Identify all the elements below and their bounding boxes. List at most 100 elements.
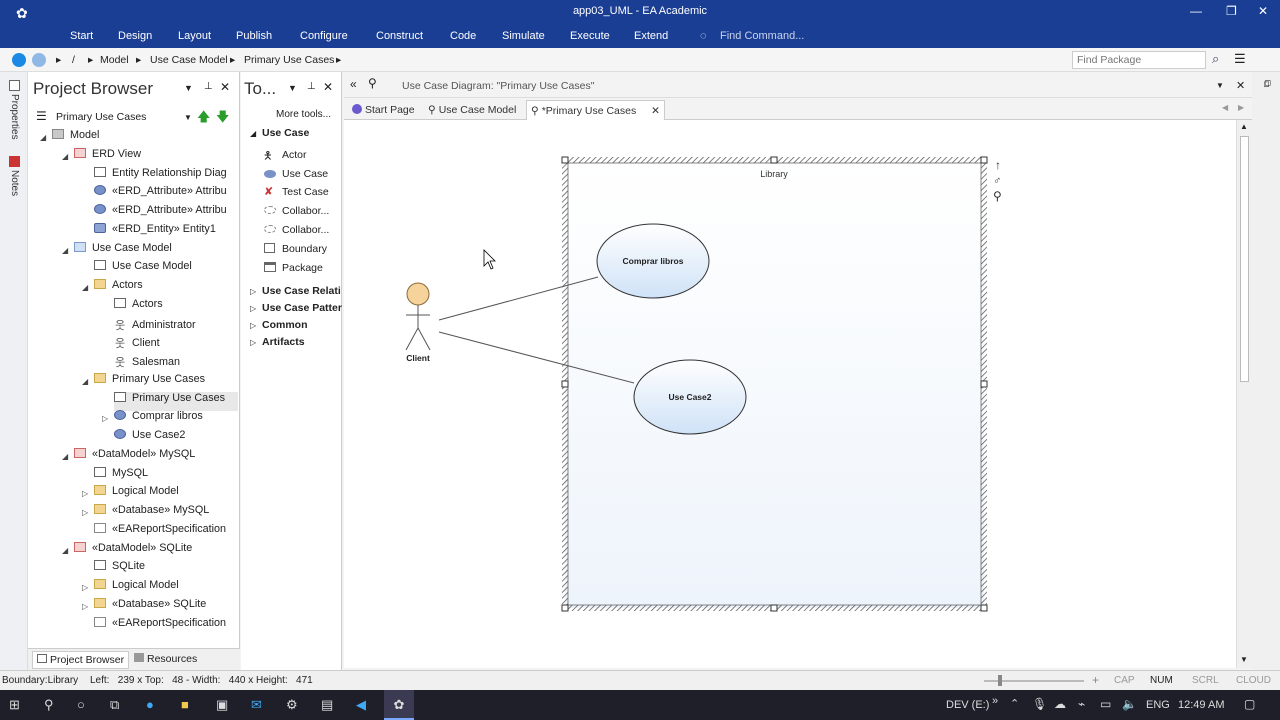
- tray-up-icon[interactable]: ⌃: [1010, 697, 1019, 710]
- expand-group-icon[interactable]: ▷: [250, 321, 256, 330]
- tree-expander-icon[interactable]: ◢: [62, 452, 68, 461]
- tab-use-case-model[interactable]: ⚲ Use Case Model: [424, 100, 520, 120]
- tab-scroll-right-icon[interactable]: ▶: [1238, 103, 1244, 112]
- tree-item[interactable]: Primary Use Cases: [114, 391, 238, 411]
- breadcrumb-root[interactable]: /: [72, 54, 75, 66]
- tab-close-icon[interactable]: ✕: [651, 105, 660, 117]
- cortana-icon[interactable]: ○: [77, 697, 85, 712]
- tree-item[interactable]: «ERD_Attribute» Attribu: [94, 185, 238, 204]
- actor-client[interactable]: [405, 282, 431, 351]
- tab-scroll-left-icon[interactable]: ◀: [1222, 103, 1228, 112]
- tree-item[interactable]: «Database» MySQL: [94, 504, 238, 523]
- tree-expander-icon[interactable]: ▷: [82, 508, 88, 517]
- tool-collaboration[interactable]: Collabor...: [282, 205, 329, 217]
- menu-configure[interactable]: Configure: [300, 30, 348, 42]
- volume-icon[interactable]: 🔈: [1122, 697, 1137, 711]
- search-icon[interactable]: ⌕: [1212, 51, 1219, 67]
- tree-item[interactable]: ERD View: [74, 147, 238, 167]
- menu-execute[interactable]: Execute: [570, 30, 610, 42]
- network-icon[interactable]: ⌁: [1078, 697, 1085, 711]
- menu-code[interactable]: Code: [450, 30, 476, 42]
- quicklink-link-icon[interactable]: ♂: [993, 175, 1001, 187]
- tool-boundary[interactable]: Boundary: [282, 243, 327, 255]
- expand-group-icon[interactable]: ▷: [250, 338, 256, 347]
- scroll-up-icon[interactable]: ▲: [1240, 122, 1248, 131]
- breadcrumb-primary-use-cases[interactable]: Primary Use Cases: [244, 54, 334, 66]
- tree-item[interactable]: Actors: [94, 279, 238, 298]
- tree-item[interactable]: Logical Model: [94, 579, 238, 598]
- breadcrumb-model[interactable]: Model: [100, 54, 129, 66]
- tree-item[interactable]: Logical Model: [94, 485, 238, 504]
- use-case-use-case2[interactable]: Use Case2: [633, 359, 747, 435]
- menu-construct[interactable]: Construct: [376, 30, 423, 42]
- tab-start-page[interactable]: Start Page: [348, 100, 419, 120]
- tree-item[interactable]: «EAReportSpecification: [94, 522, 238, 542]
- windows-start-icon[interactable]: ⊞: [9, 697, 20, 713]
- tab-primary-use-cases[interactable]: ⚲ *Primary Use Cases ✕: [526, 100, 665, 120]
- collapse-section-icon[interactable]: ◢: [250, 129, 256, 138]
- tree-item[interactable]: «Database» SQLite: [94, 597, 238, 617]
- tree-item[interactable]: 웃 Client: [114, 335, 238, 354]
- toolbox-section-use-case[interactable]: Use Case: [262, 127, 309, 139]
- tree-item[interactable]: Primary Use Cases: [94, 372, 238, 392]
- quicklink-arrow-icon[interactable]: ↑: [995, 158, 1001, 172]
- diagram-canvas[interactable]: Library ↑ ♂ ⚲ Client Comprar libros Use …: [344, 120, 1236, 668]
- diagram-dropdown-icon[interactable]: ▼: [1216, 81, 1224, 90]
- find-package-input[interactable]: [1072, 51, 1206, 69]
- menu-publish[interactable]: Publish: [236, 30, 272, 42]
- move-up-icon[interactable]: 🡅: [197, 108, 210, 130]
- zoom-slider-thumb[interactable]: [998, 675, 1002, 686]
- close-panel-icon[interactable]: ✕: [220, 80, 230, 94]
- tree-item[interactable]: Use Case Model: [94, 260, 238, 279]
- app-icon[interactable]: ▤: [321, 697, 333, 713]
- pin-icon[interactable]: ⊥: [204, 81, 213, 92]
- tree-item[interactable]: «ERD_Entity» Entity1: [94, 222, 238, 242]
- notes-icon[interactable]: [9, 156, 20, 167]
- search-taskbar-icon[interactable]: ⚲: [44, 697, 54, 713]
- tool-collaboration-occurrence[interactable]: Collabor...: [282, 224, 329, 236]
- tree-expander-icon[interactable]: ◢: [82, 283, 88, 292]
- move-down-icon[interactable]: 🡇: [216, 108, 229, 130]
- toolbox-group-use-case-patterns[interactable]: Use Case Patter: [262, 302, 342, 314]
- tool-package[interactable]: Package: [282, 262, 323, 274]
- boundary-library[interactable]: [562, 157, 987, 611]
- tree-expander-icon[interactable]: ▷: [82, 583, 88, 592]
- tree-expander-icon[interactable]: ◢: [62, 152, 68, 161]
- collapse-left-icon[interactable]: «: [350, 77, 357, 91]
- scroll-thumb[interactable]: [1240, 136, 1249, 382]
- drive-label[interactable]: DEV (E:): [946, 699, 989, 711]
- tree-item[interactable]: Use Case Model: [74, 241, 238, 261]
- overflow-icon[interactable]: »: [992, 695, 998, 707]
- properties-tab[interactable]: Properties: [9, 94, 20, 140]
- tree-item[interactable]: 웃 Administrator: [114, 317, 238, 336]
- dropdown-icon[interactable]: ▼: [184, 83, 193, 93]
- list-view-icon[interactable]: ☰: [1234, 51, 1246, 67]
- tree-expander-icon[interactable]: ◢: [62, 546, 68, 555]
- breadcrumb-use-case-model[interactable]: Use Case Model: [150, 54, 228, 66]
- close-icon[interactable]: ✕: [1258, 4, 1268, 18]
- cloud-icon[interactable]: ☁: [1054, 697, 1066, 711]
- back-icon[interactable]: [12, 53, 26, 67]
- tree-item[interactable]: «DataModel» MySQL: [74, 447, 238, 467]
- tree-item[interactable]: «DataModel» SQLite: [74, 541, 238, 561]
- more-tools-link[interactable]: More tools...: [276, 109, 331, 120]
- tree-item[interactable]: «EAReportSpecification: [94, 616, 238, 636]
- file-explorer-icon[interactable]: ■: [181, 697, 189, 712]
- toolbox-close-icon[interactable]: ✕: [323, 80, 333, 94]
- tool-use-case[interactable]: Use Case: [282, 168, 328, 180]
- vscode-icon[interactable]: ◀: [356, 697, 366, 713]
- task-view-icon[interactable]: ⧉: [110, 697, 119, 713]
- notification-icon[interactable]: ▢: [1244, 697, 1255, 711]
- mail-icon[interactable]: ✉: [251, 697, 262, 713]
- toolbox-dropdown-icon[interactable]: ▼: [288, 83, 297, 93]
- expand-group-icon[interactable]: ▷: [250, 304, 256, 313]
- menu-layout[interactable]: Layout: [178, 30, 211, 42]
- tree-item[interactable]: Use Case2: [114, 429, 238, 448]
- forward-icon[interactable]: [32, 53, 46, 67]
- edge-icon[interactable]: ●: [146, 697, 154, 712]
- clock[interactable]: 12:49 AM: [1178, 699, 1224, 711]
- package-selector[interactable]: Primary Use Cases: [56, 111, 146, 123]
- tool-test-case[interactable]: Test Case: [282, 186, 329, 198]
- tree-item[interactable]: MySQL: [94, 466, 238, 486]
- tree-item[interactable]: Model: [52, 129, 238, 148]
